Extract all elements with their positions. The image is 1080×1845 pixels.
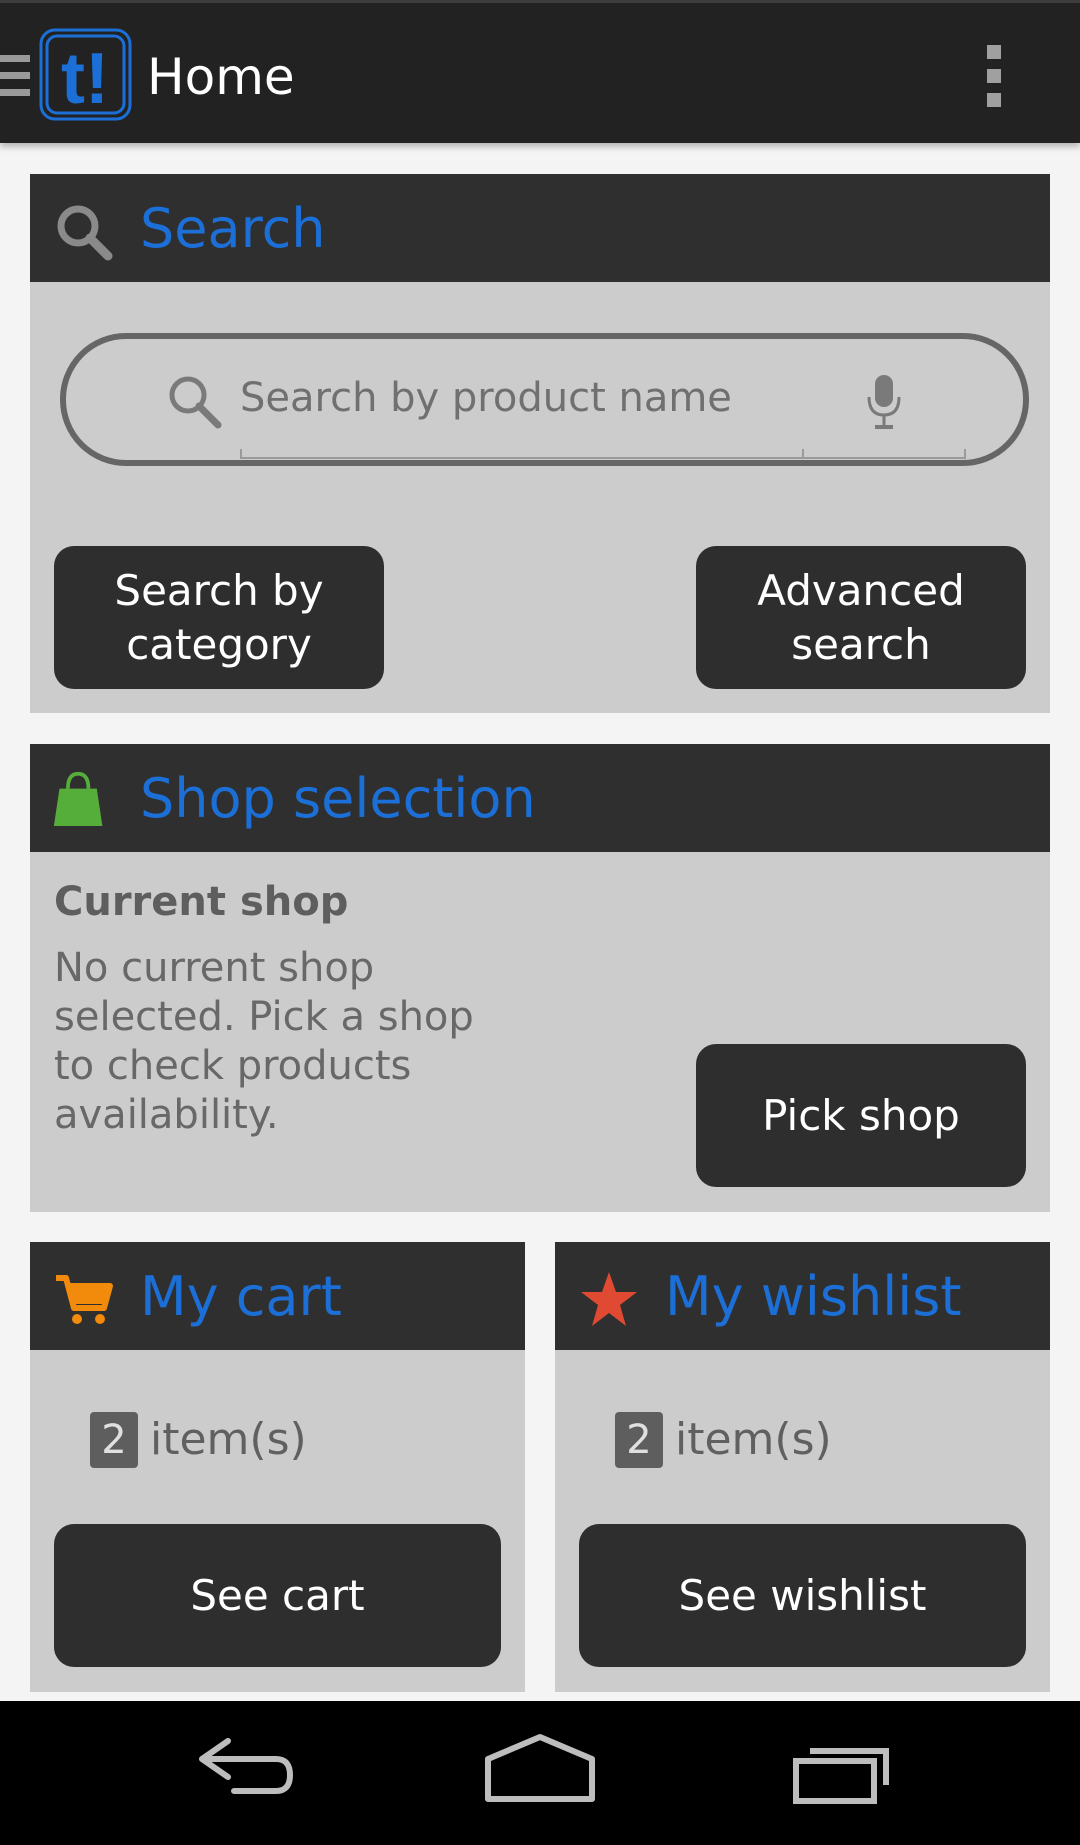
shop-selection-card: Shop selection Current shop No current s…	[30, 744, 1050, 1212]
pick-shop-button[interactable]: Pick shop	[696, 1044, 1026, 1187]
cart-card: My cart 2 item(s) See cart	[30, 1242, 525, 1692]
shop-card-title: Shop selection	[140, 767, 536, 830]
wishlist-card: My wishlist 2 item(s) See wishlist	[555, 1242, 1050, 1692]
search-by-category-button[interactable]: Search by category	[54, 546, 384, 689]
wishlist-card-header: My wishlist	[555, 1242, 1050, 1350]
search-input-underline	[240, 449, 966, 459]
see-cart-button[interactable]: See cart	[54, 1524, 501, 1667]
system-nav-bar	[0, 1701, 1080, 1845]
logo-text: t!	[61, 39, 109, 119]
shopping-bag-icon	[53, 771, 103, 826]
current-shop-description: No current shop selected. Pick a shop to…	[54, 945, 474, 1138]
cart-card-header: My cart	[30, 1242, 525, 1350]
search-icon	[57, 205, 113, 261]
page-title: Home	[147, 48, 295, 106]
advanced-search-button[interactable]: Advanced search	[696, 546, 1026, 689]
app-logo[interactable]: t!	[38, 27, 133, 122]
cart-count-label: item(s)	[150, 1414, 307, 1465]
back-icon[interactable]	[180, 1731, 300, 1817]
search-field-icon	[169, 376, 222, 429]
star-icon	[581, 1272, 637, 1326]
search-input[interactable]: Search by product name	[60, 333, 1029, 466]
overflow-menu-icon[interactable]	[987, 45, 1005, 107]
search-card-title: Search	[140, 197, 326, 260]
microphone-icon[interactable]	[864, 373, 904, 431]
action-bar: t! Home	[0, 0, 1080, 143]
cart-icon	[56, 1275, 113, 1324]
shop-card-header: Shop selection	[30, 744, 1050, 852]
cart-card-title: My cart	[140, 1265, 342, 1328]
see-wishlist-button[interactable]: See wishlist	[579, 1524, 1026, 1667]
wishlist-count-badge: 2	[615, 1412, 663, 1468]
current-shop-label: Current shop	[54, 879, 349, 925]
search-card: Search Search by product name Search by …	[30, 174, 1050, 713]
home-icon[interactable]	[480, 1731, 600, 1817]
wishlist-card-title: My wishlist	[665, 1265, 962, 1328]
recent-apps-icon[interactable]	[780, 1731, 900, 1817]
cart-count-badge: 2	[90, 1412, 138, 1468]
search-input-placeholder: Search by product name	[240, 375, 732, 421]
search-card-header: Search	[30, 174, 1050, 282]
wishlist-count-label: item(s)	[675, 1414, 832, 1465]
hamburger-menu-icon[interactable]	[0, 55, 30, 97]
